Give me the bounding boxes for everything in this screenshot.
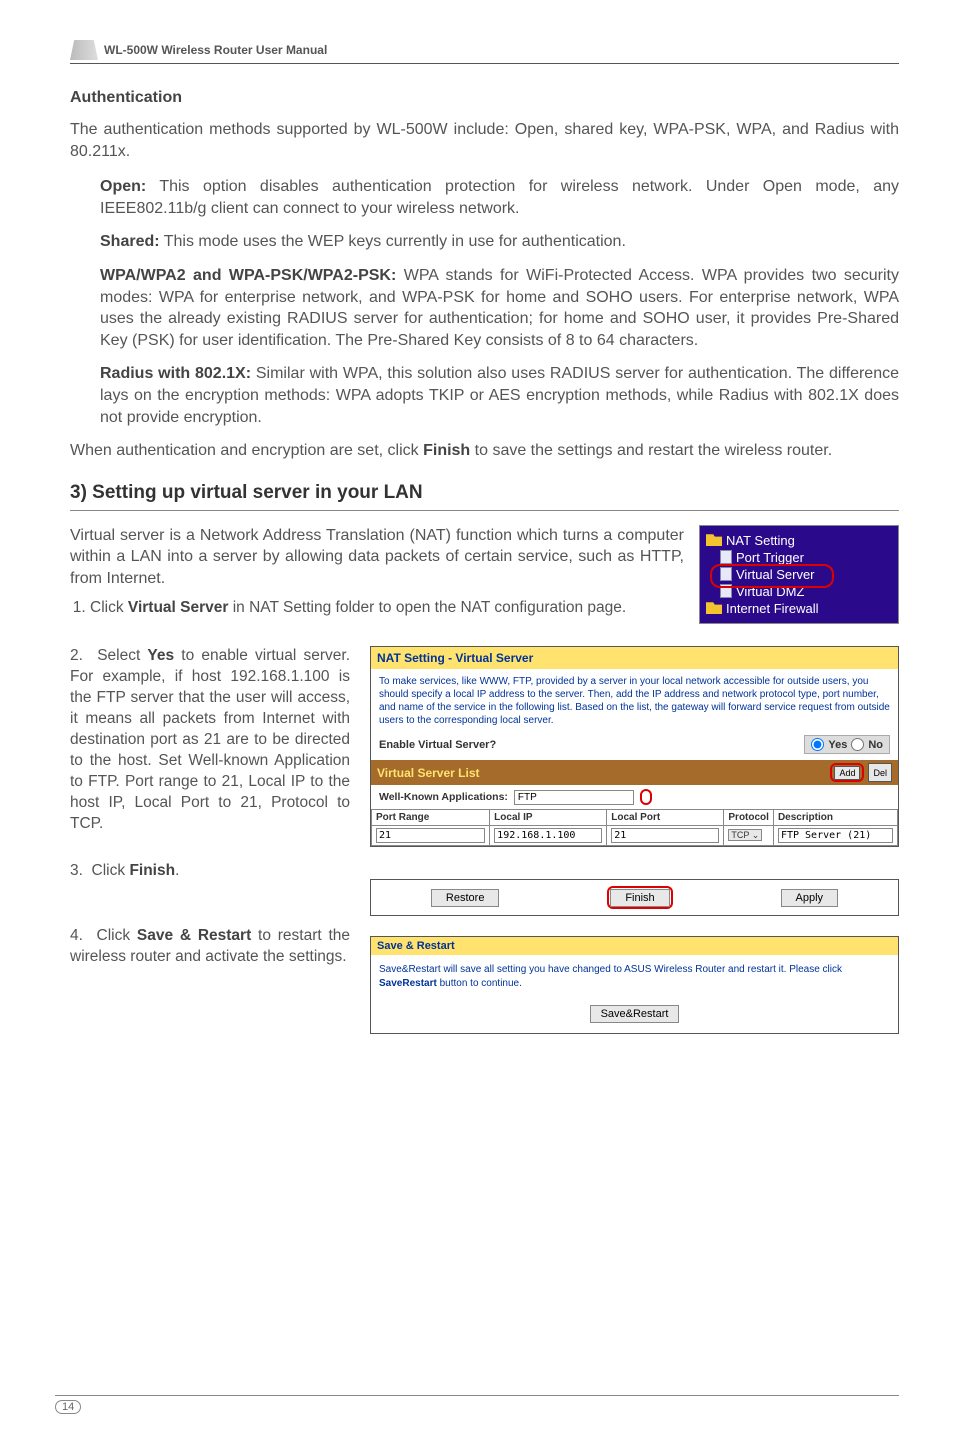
- sr-title: Save & Restart: [371, 937, 898, 955]
- action-bar: Restore Finish Apply: [370, 879, 899, 916]
- shared-text: This mode uses the WEP keys currently in…: [160, 233, 626, 250]
- th-local-port: Local Port: [607, 810, 724, 826]
- book-icon: [70, 40, 98, 60]
- wpa-label: WPA/WPA2 and WPA-PSK/WPA2-PSK:: [100, 267, 396, 284]
- virtual-server-table: Port Range Local IP Local Port Protocol …: [371, 809, 898, 846]
- del-button[interactable]: Del: [868, 763, 892, 782]
- restore-button[interactable]: Restore: [431, 889, 500, 907]
- file-icon: [720, 550, 732, 564]
- nat-panel-desc: To make services, like WWW, FTP, provide…: [371, 669, 898, 733]
- step-4: 4. Click Save & Restart to restart the w…: [70, 926, 350, 968]
- vs-list-header: Virtual Server List: [377, 766, 480, 780]
- footer-rule: [55, 1395, 899, 1396]
- auth-wpa: WPA/WPA2 and WPA-PSK/WPA2-PSK: WPA stand…: [100, 265, 899, 351]
- description-input[interactable]: [778, 828, 893, 843]
- local-port-input[interactable]: [611, 828, 719, 843]
- section3-intro: Virtual server is a Network Address Tran…: [70, 525, 684, 590]
- step-2: 2. Select Yes to enable virtual server. …: [70, 646, 350, 834]
- nav-nat-setting[interactable]: NAT Setting: [704, 532, 894, 549]
- closing-post: to save the settings and restart the wir…: [470, 442, 832, 459]
- radius-label: Radius with 802.1X:: [100, 365, 251, 382]
- wka-input[interactable]: [514, 790, 634, 805]
- nat-panel-title: NAT Setting - Virtual Server: [371, 647, 898, 669]
- nav-panel: NAT Setting Port Trigger Virtual Server …: [699, 525, 899, 624]
- highlight-icon: [640, 789, 652, 805]
- section3-heading: 3) Setting up virtual server in your LAN: [70, 482, 899, 511]
- th-description: Description: [773, 810, 897, 826]
- shared-label: Shared:: [100, 233, 160, 250]
- auth-open: Open: This option disables authenticatio…: [100, 176, 899, 219]
- protocol-select[interactable]: TCP ⌄: [728, 829, 762, 841]
- nat-setting-panel: NAT Setting - Virtual Server To make ser…: [370, 646, 899, 847]
- folder-icon: [706, 534, 722, 546]
- save-restart-panel: Save & Restart Save&Restart will save al…: [370, 936, 899, 1034]
- file-icon: [720, 567, 732, 581]
- auth-closing: When authentication and encryption are s…: [70, 440, 899, 462]
- wka-label: Well-Known Applications:: [379, 791, 508, 803]
- nav-virtual-server[interactable]: Virtual Server: [704, 566, 894, 583]
- doc-title: WL-500W Wireless Router User Manual: [104, 43, 327, 57]
- open-label: Open:: [100, 178, 146, 195]
- apply-button[interactable]: Apply: [781, 889, 839, 907]
- radio-no[interactable]: [851, 738, 864, 751]
- folder-icon: [706, 602, 722, 614]
- closing-pre: When authentication and encryption are s…: [70, 442, 423, 459]
- auth-heading: Authentication: [70, 89, 899, 107]
- auth-intro: The authentication methods supported by …: [70, 119, 899, 162]
- th-local-ip: Local IP: [490, 810, 607, 826]
- th-port-range: Port Range: [372, 810, 490, 826]
- add-button[interactable]: Add: [834, 766, 860, 780]
- finish-button[interactable]: Finish: [610, 889, 669, 907]
- open-text: This option disables authentication prot…: [100, 178, 899, 217]
- port-range-input[interactable]: [376, 828, 485, 843]
- enable-vs-radio-group[interactable]: Yes No: [804, 735, 890, 754]
- sr-body: Save&Restart will save all setting you h…: [371, 955, 898, 999]
- step-list: Click Virtual Server in NAT Setting fold…: [70, 598, 684, 619]
- nav-internet-firewall[interactable]: Internet Firewall: [704, 600, 894, 617]
- auth-shared: Shared: This mode uses the WEP keys curr…: [100, 231, 899, 253]
- page-number: 14: [55, 1400, 81, 1414]
- auth-radius: Radius with 802.1X: Similar with WPA, th…: [100, 363, 899, 428]
- save-restart-button[interactable]: Save&Restart: [590, 1005, 680, 1023]
- local-ip-input[interactable]: [494, 828, 602, 843]
- radio-yes[interactable]: [811, 738, 824, 751]
- table-row: TCP ⌄: [372, 826, 898, 846]
- enable-vs-label: Enable Virtual Server?: [379, 739, 804, 751]
- step-1: Click Virtual Server in NAT Setting fold…: [90, 598, 684, 619]
- closing-bold: Finish: [423, 442, 470, 459]
- step-3: 3. Click Finish.: [70, 861, 350, 882]
- th-protocol: Protocol: [724, 810, 774, 826]
- doc-header: WL-500W Wireless Router User Manual: [70, 40, 899, 64]
